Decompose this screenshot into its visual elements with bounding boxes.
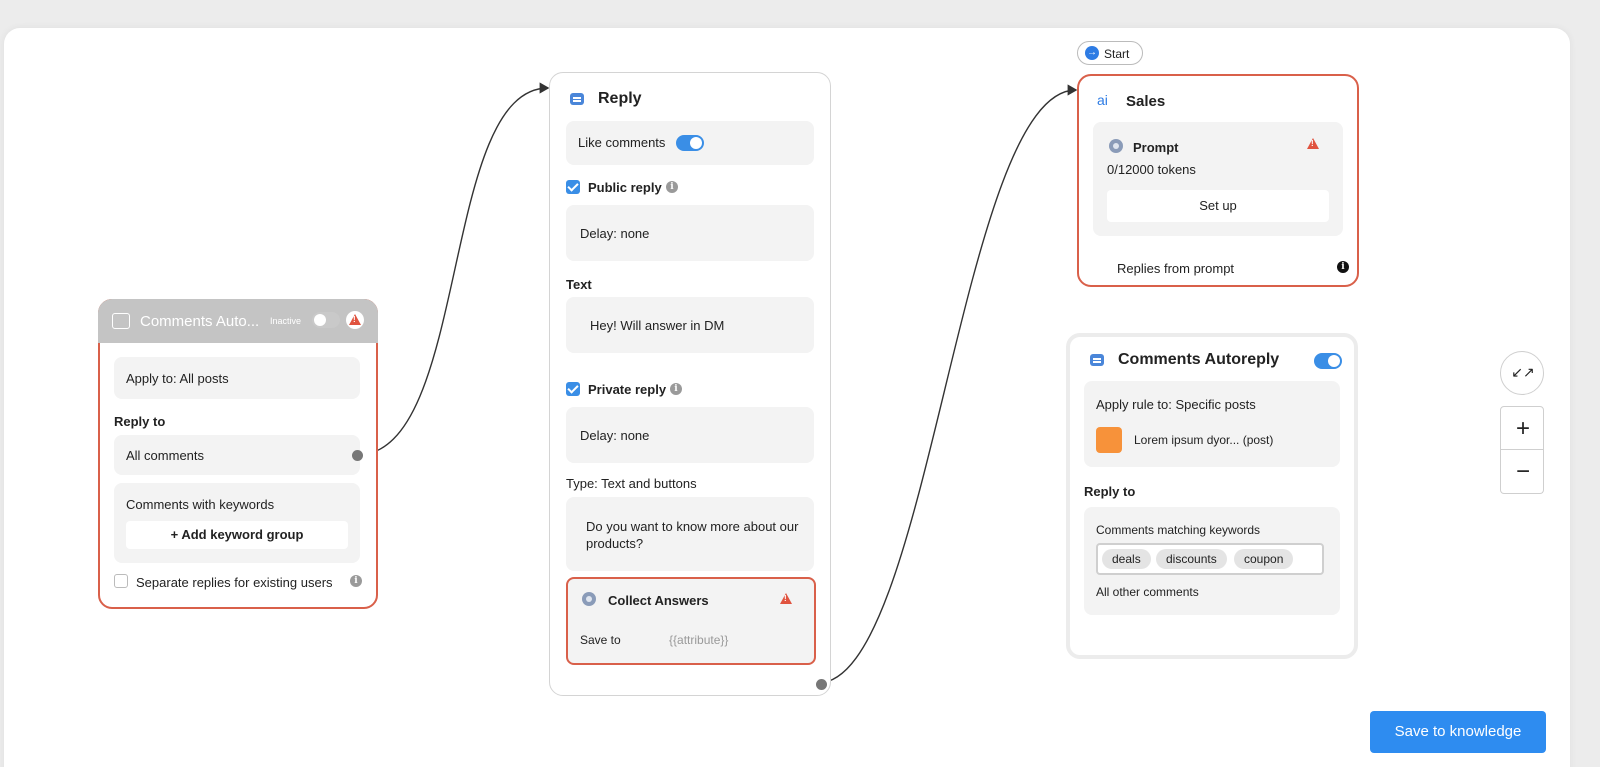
info-icon[interactable]: i <box>670 383 682 395</box>
status-badge: Inactive <box>270 316 302 326</box>
autoreply-title: Comments Autoreply <box>1118 351 1280 368</box>
collect-answers-block[interactable]: Collect Answers Save to {{attribute}} <box>566 577 816 665</box>
private-delay-field[interactable]: Delay: none <box>566 407 814 463</box>
info-icon[interactable]: i <box>350 575 362 587</box>
chat-icon <box>1090 354 1104 366</box>
message-field[interactable]: Do you want to know more about our produ… <box>566 497 814 571</box>
comments-autoreply-node[interactable]: Comments Autoreply Apply rule to: Specif… <box>1066 333 1358 659</box>
ai-icon: ai <box>1097 92 1108 108</box>
type-label: Type: Text and buttons <box>566 476 697 491</box>
add-keyword-group-button[interactable]: + Add keyword group <box>126 521 348 549</box>
attribute-placeholder[interactable]: {{attribute}} <box>669 633 728 647</box>
like-comments-row[interactable]: Like comments <box>566 121 814 165</box>
save-to-knowledge-button[interactable]: Save to knowledge <box>1370 711 1546 753</box>
collapse-icon: ↙↗ <box>1511 364 1535 380</box>
message-icon <box>112 313 130 329</box>
public-reply-checkbox[interactable] <box>566 180 580 194</box>
reply-to-heading: Reply to <box>1084 484 1136 499</box>
prompt-block[interactable]: Prompt 0/12000 tokens Set up <box>1093 122 1343 236</box>
setup-button[interactable]: Set up <box>1107 190 1329 222</box>
plus-icon: + <box>1515 415 1530 442</box>
reply-to-heading: Reply to <box>114 414 166 429</box>
warning-icon <box>780 593 792 604</box>
warning-icon <box>346 311 364 329</box>
output-connector-dot[interactable] <box>352 450 363 461</box>
trigger-title: Comments Auto... <box>140 313 260 330</box>
autoreply-toggle[interactable] <box>1314 353 1342 369</box>
apply-rule-block[interactable]: Apply rule to: Specific posts Lorem ipsu… <box>1084 381 1340 467</box>
reply-node[interactable]: Reply Like comments Public reply i Delay… <box>549 72 831 696</box>
keywords-input[interactable]: deals discounts coupon <box>1096 543 1324 575</box>
save-to-label: Save to <box>580 633 621 647</box>
info-icon[interactable]: i <box>1337 261 1349 273</box>
all-comments-option[interactable]: All comments <box>114 435 360 475</box>
start-badge[interactable]: → Start <box>1077 41 1143 65</box>
comments-autoreply-trigger-node[interactable]: Comments Auto... Inactive Apply to: All … <box>98 299 378 609</box>
keyword-chip[interactable]: deals <box>1102 549 1151 569</box>
reply-title: Reply <box>598 90 642 107</box>
separate-replies-checkbox[interactable] <box>114 574 128 588</box>
like-comments-toggle[interactable] <box>676 135 704 151</box>
zoom-in-button[interactable]: + <box>1500 406 1544 450</box>
text-label: Text <box>566 277 592 292</box>
start-label: Start <box>1104 47 1130 61</box>
keyword-chip[interactable]: coupon <box>1234 549 1294 569</box>
text-value-field[interactable]: Hey! Will answer in DM <box>566 297 814 353</box>
chat-icon <box>570 93 584 105</box>
post-thumbnail <box>1096 427 1122 453</box>
sales-title: Sales <box>1126 93 1166 110</box>
public-delay-field[interactable]: Delay: none <box>566 205 814 261</box>
public-reply-label: Public reply <box>588 180 662 195</box>
output-connector-dot[interactable] <box>816 679 827 690</box>
reply-to-block[interactable]: Comments matching keywords deals discoun… <box>1084 507 1340 615</box>
gear-icon <box>582 592 596 606</box>
apply-to-field[interactable]: Apply to: All posts <box>114 357 360 399</box>
warning-icon <box>1307 138 1319 149</box>
private-reply-checkbox[interactable] <box>566 382 580 396</box>
zoom-out-button[interactable]: − <box>1500 450 1544 494</box>
info-icon[interactable]: i <box>666 181 678 193</box>
private-reply-label: Private reply <box>588 382 667 397</box>
replies-from-prompt: Replies from prompt <box>1117 261 1235 276</box>
activate-toggle[interactable] <box>312 312 340 328</box>
keywords-option[interactable]: Comments with keywords + Add keyword gro… <box>114 483 360 563</box>
tokens-count: 0/12000 tokens <box>1107 162 1196 177</box>
minus-icon: − <box>1515 458 1530 485</box>
fit-view-button[interactable]: ↙↗ <box>1500 351 1544 395</box>
sales-node[interactable]: ai Sales Prompt 0/12000 tokens Set up Re… <box>1077 74 1359 287</box>
keyword-chip[interactable]: discounts <box>1156 549 1227 569</box>
gear-icon <box>1109 139 1123 153</box>
arrow-right-icon: → <box>1085 46 1099 60</box>
trigger-header: Comments Auto... Inactive <box>98 299 378 343</box>
separate-replies-label: Separate replies for existing users <box>136 575 333 590</box>
